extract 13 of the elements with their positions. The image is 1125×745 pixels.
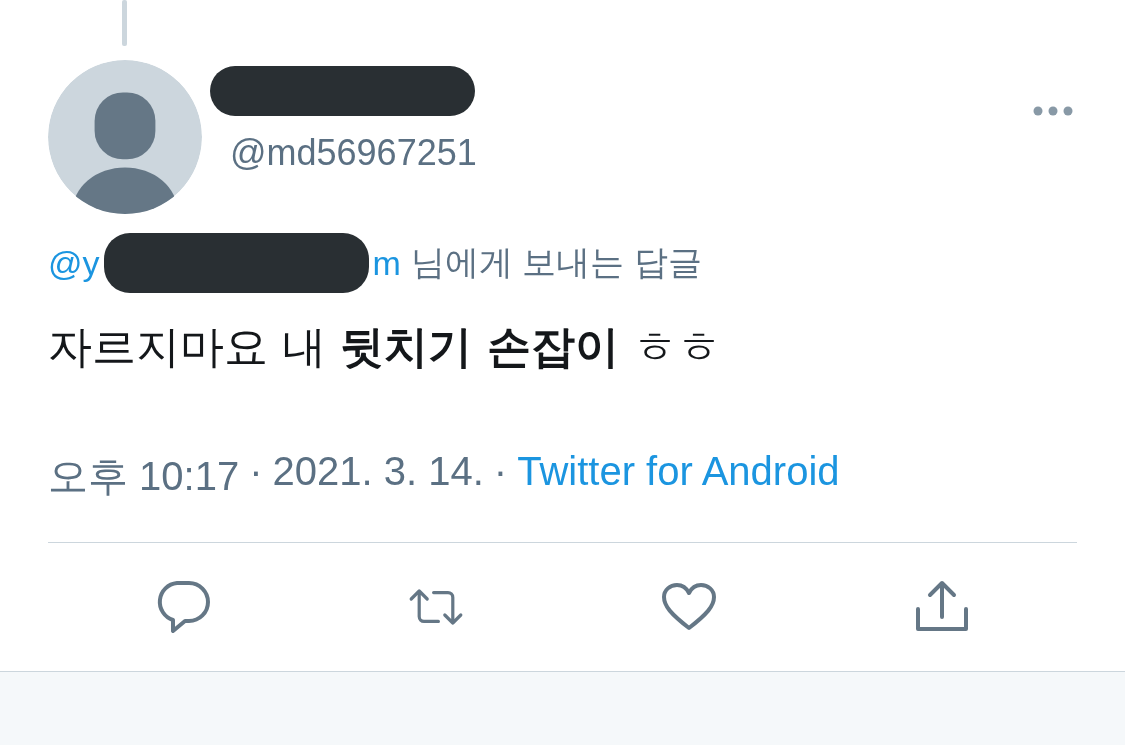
separator: · (249, 449, 263, 495)
tweet-time: 오후 10:17 (48, 453, 240, 500)
source-link[interactable]: Twitter for Android (517, 449, 840, 504)
separator: · (493, 449, 508, 495)
reply-label: 님에게 보내는 답글 (410, 242, 702, 283)
mention-link[interactable]: m (372, 243, 401, 283)
tweet-date: 2021. 3. 14. (272, 449, 484, 495)
user-handle[interactable]: @md56967251 (230, 132, 1033, 174)
mention-link[interactable]: @y (48, 243, 100, 283)
avatar-icon (48, 60, 202, 214)
thread-line (122, 0, 127, 46)
tweet-text: 자르지마요 내 뒷치기 손잡이 ㅎㅎ (48, 320, 723, 374)
more-icon[interactable] (1033, 106, 1073, 116)
